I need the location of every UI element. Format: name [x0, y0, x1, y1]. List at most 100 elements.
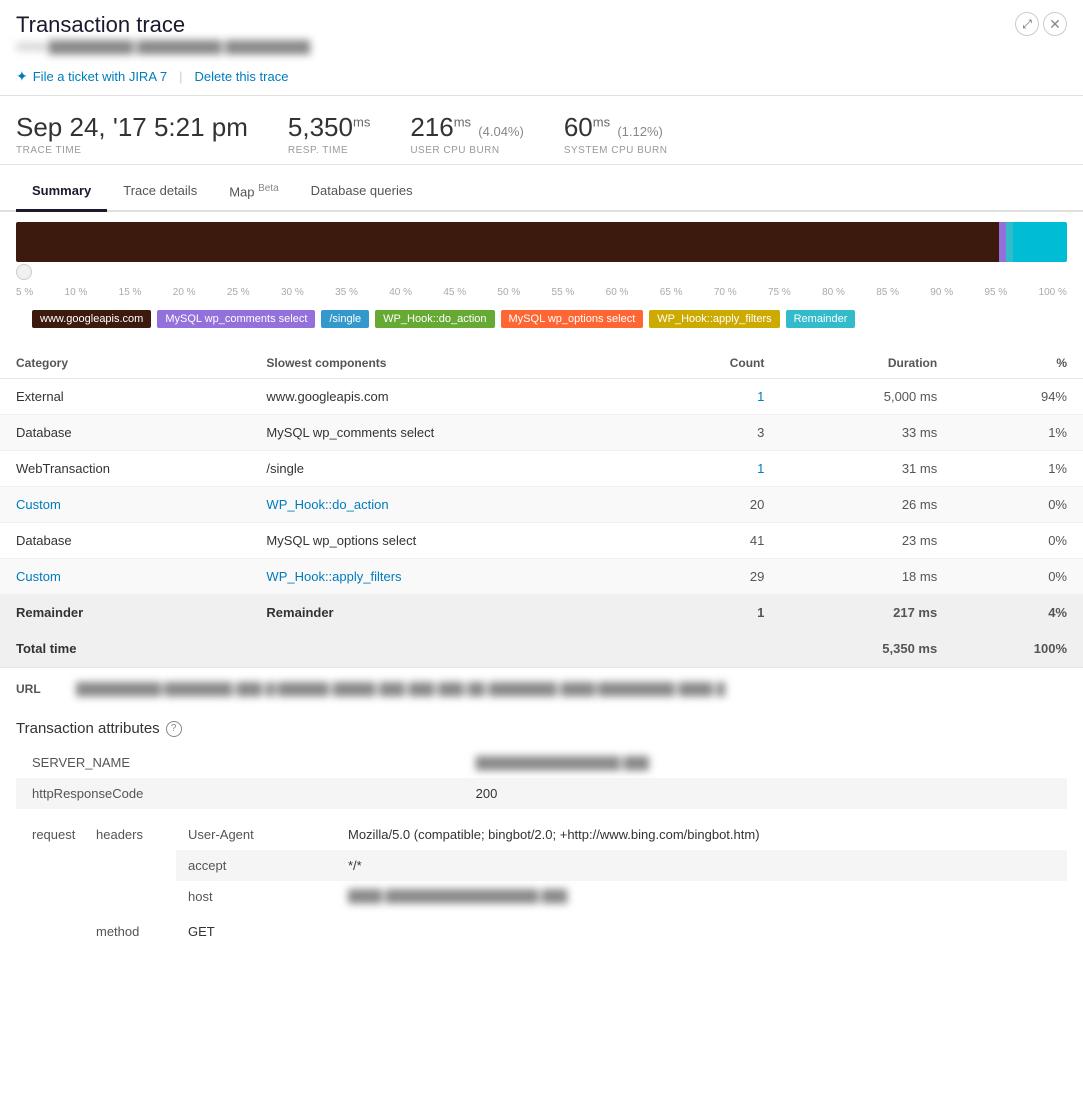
cell-count[interactable]: 1 [648, 379, 781, 415]
tab-summary[interactable]: Summary [16, 173, 107, 212]
cell-component: /single [250, 451, 647, 487]
attributes-title-text: Transaction attributes [16, 720, 160, 737]
subtitle-blurred: HDW-██████████ ██████████ ██████████ [16, 40, 310, 54]
system-cpu-label: SYSTEM CPU BURN [564, 145, 668, 156]
pct-95: 95 % [984, 287, 1007, 298]
title-group: Transaction trace HDW-██████████ ███████… [16, 12, 310, 60]
col-pct: % [953, 346, 1083, 379]
header: Transaction trace HDW-██████████ ███████… [0, 0, 1083, 96]
delete-trace-label: Delete this trace [195, 69, 289, 84]
segment-remainder [1013, 222, 1067, 262]
page-title: Transaction trace [16, 12, 310, 38]
cell-category: WebTransaction [0, 451, 250, 487]
metric-system-cpu: 60ms (1.12%) SYSTEM CPU BURN [564, 112, 668, 156]
cell-component[interactable]: WP_Hook::apply_filters [250, 559, 647, 595]
system-cpu-value: 60ms (1.12%) [564, 112, 668, 143]
table-row: Custom WP_Hook::apply_filters 29 18 ms 0… [0, 559, 1083, 595]
table-row: WebTransaction /single 1 31 ms 1% [0, 451, 1083, 487]
header-key-useragent: User-Agent [188, 827, 348, 842]
cell-category[interactable]: Custom [0, 487, 250, 523]
pct-40: 40 % [389, 287, 412, 298]
pct-15: 15 % [119, 287, 142, 298]
attr-row-http-code: httpResponseCode 200 [16, 778, 1067, 809]
chart-legend: www.googleapis.com MySQL wp_comments sel… [16, 300, 1067, 338]
pct-labels: 5 % 10 % 15 % 20 % 25 % 30 % 35 % 40 % 4… [16, 285, 1067, 300]
cell-count: 3 [648, 415, 781, 451]
pct-25: 25 % [227, 287, 250, 298]
header-key-host: host [188, 889, 348, 904]
headers-label: headers [96, 819, 176, 850]
cell-count[interactable]: 1 [648, 451, 781, 487]
col-duration: Duration [780, 346, 953, 379]
pct-90: 90 % [930, 287, 953, 298]
attr-key-server-name: SERVER_NAME [16, 747, 460, 778]
attr-key-http-code: httpResponseCode [16, 778, 460, 809]
pct-85: 85 % [876, 287, 899, 298]
file-ticket-label: File a ticket with JIRA 7 [33, 69, 167, 84]
method-value: GET [176, 916, 227, 947]
resp-time-value: 5,350ms [288, 112, 370, 143]
summary-table: Category Slowest components Count Durati… [0, 346, 1083, 667]
col-count: Count [648, 346, 781, 379]
cell-pct: 1% [953, 415, 1083, 451]
cell-count: 29 [648, 559, 781, 595]
resp-time-label: RESP. TIME [288, 145, 370, 156]
segment-googleapis [16, 222, 999, 262]
file-ticket-button[interactable]: ✦ File a ticket with JIRA 7 [16, 68, 167, 85]
cell-count: 20 [648, 487, 781, 523]
cell-category: Database [0, 415, 250, 451]
transaction-attributes: Transaction attributes ? SERVER_NAME ███… [0, 710, 1083, 947]
legend-wp-options: MySQL wp_options select [501, 310, 644, 328]
system-cpu-pct: (1.12%) [617, 124, 663, 139]
page-subtitle: HDW-██████████ ██████████ ██████████ [16, 40, 310, 54]
pct-35: 35 % [335, 287, 358, 298]
total-label: Total time [0, 631, 780, 667]
header-val-host: ████.██████████████████.███ [348, 889, 1055, 904]
pct-80: 80 % [822, 287, 845, 298]
star-icon: ✦ [16, 68, 28, 85]
chart-area: 5 % 10 % 15 % 20 % 25 % 30 % 35 % 40 % 4… [0, 212, 1083, 338]
tab-trace-details[interactable]: Trace details [107, 173, 213, 212]
attr-val-server-name: █████████████████.███ [460, 747, 1067, 778]
attr-row-server-name: SERVER_NAME █████████████████.███ [16, 747, 1067, 778]
headers-list: User-Agent Mozilla/5.0 (compatible; bing… [176, 819, 1067, 912]
metrics-bar: Sep 24, '17 5:21 pm TRACE TIME 5,350ms R… [0, 96, 1083, 165]
col-category: Category [0, 346, 250, 379]
help-icon[interactable]: ? [166, 721, 182, 737]
tab-map[interactable]: Map Beta [213, 173, 294, 212]
toolbar-separator: | [179, 69, 182, 84]
total-duration: 5,350 ms [780, 631, 953, 667]
pct-75: 75 % [768, 287, 791, 298]
close-button[interactable]: ✕ [1043, 12, 1067, 36]
user-cpu-value: 216ms (4.04%) [410, 112, 524, 143]
toolbar: ✦ File a ticket with JIRA 7 | Delete thi… [16, 60, 1067, 95]
cell-category[interactable]: Custom [0, 559, 250, 595]
pct-60: 60 % [606, 287, 629, 298]
table-row: Remainder Remainder 1 217 ms 4% [0, 595, 1083, 631]
table-row: Database MySQL wp_options select 41 23 m… [0, 523, 1083, 559]
segment-single [1006, 222, 1013, 262]
cell-pct: 0% [953, 523, 1083, 559]
user-cpu-pct: (4.04%) [478, 124, 524, 139]
trace-time-label: TRACE TIME [16, 145, 248, 156]
cell-category: Database [0, 523, 250, 559]
cell-component: MySQL wp_comments select [250, 415, 647, 451]
expand-button[interactable]: ⤢ [1015, 12, 1039, 36]
cell-duration: 33 ms [780, 415, 953, 451]
cell-duration: 26 ms [780, 487, 953, 523]
legend-remainder: Remainder [786, 310, 856, 328]
tab-database-queries[interactable]: Database queries [295, 173, 429, 212]
cell-duration: 5,000 ms [780, 379, 953, 415]
method-label: method [96, 916, 176, 947]
col-slowest: Slowest components [250, 346, 647, 379]
close-icon: ✕ [1049, 16, 1061, 33]
header-key-accept: accept [188, 858, 348, 873]
user-cpu-label: USER CPU BURN [410, 145, 524, 156]
segment-mysql-comments [999, 222, 1006, 262]
header-val-useragent: Mozilla/5.0 (compatible; bingbot/2.0; +h… [348, 827, 1055, 842]
request-row: request headers User-Agent Mozilla/5.0 (… [16, 819, 1067, 947]
url-row: URL ██████████/████████-███-█/██████-███… [0, 667, 1083, 710]
cell-component[interactable]: WP_Hook::do_action [250, 487, 647, 523]
timeline-indicator [16, 264, 32, 280]
delete-trace-button[interactable]: Delete this trace [195, 69, 289, 84]
